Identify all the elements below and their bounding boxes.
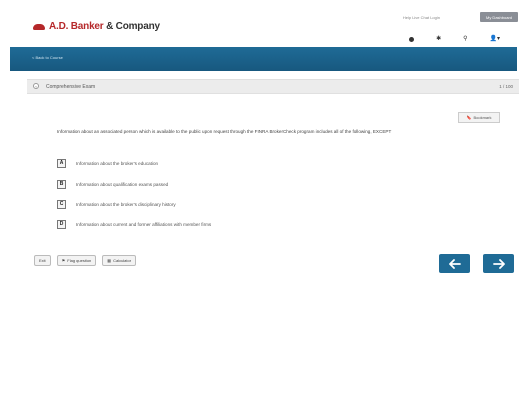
search-icon[interactable]: ⚲: [463, 35, 467, 43]
bookmark-label: Bookmark: [473, 115, 492, 120]
option-text[interactable]: Information about qualification exams pa…: [76, 182, 168, 187]
option-letter-box[interactable]: B: [57, 180, 66, 189]
top-links[interactable]: Help Live Chat Login: [403, 15, 440, 20]
answer-option-c[interactable]: C Information about the broker's discipl…: [57, 200, 176, 209]
bookmark-icon: 🔖: [466, 115, 472, 120]
calculator-icon: ▦: [107, 258, 112, 263]
exam-header: ‹ Comprehensive Exam 1 / 100: [27, 79, 519, 94]
logo-mark-icon: [33, 23, 45, 31]
arrow-right-icon: [492, 258, 505, 269]
flag-question-button[interactable]: ⚑ Flag question: [56, 255, 97, 266]
nav-bar: < Back to Course: [10, 47, 517, 71]
answer-option-d[interactable]: D Information about current and former a…: [57, 220, 211, 229]
next-question-button[interactable]: [483, 254, 514, 273]
exit-button[interactable]: Exit: [34, 255, 51, 266]
exam-title: Comprehensive Exam: [46, 84, 96, 90]
bookmark-button[interactable]: 🔖 Bookmark: [458, 112, 500, 123]
company-logo[interactable]: A.D. Banker & Company: [33, 21, 160, 32]
site-header: A.D. Banker & Company Help Live Chat Log…: [0, 0, 528, 48]
answer-option-a[interactable]: A Information about the broker's educati…: [57, 159, 158, 168]
flag-icon: ⚑: [61, 258, 66, 263]
option-letter-box[interactable]: D: [57, 220, 66, 229]
option-text[interactable]: Information about current and former aff…: [76, 222, 211, 227]
user-icon[interactable]: 👤▾: [490, 35, 500, 43]
option-letter-box[interactable]: A: [57, 159, 66, 168]
question-counter: 1 / 100: [499, 84, 513, 89]
calculator-button[interactable]: ▦ Calculator: [102, 255, 137, 266]
previous-question-button[interactable]: [439, 254, 470, 273]
answer-option-b[interactable]: B Information about qualification exams …: [57, 180, 168, 189]
gear-icon[interactable]: ✱: [436, 35, 441, 43]
option-text[interactable]: Information about the broker's education: [76, 161, 158, 166]
question-text: Information about an associated person w…: [57, 129, 392, 134]
arrow-left-icon: [448, 258, 461, 269]
exam-actions: Exit ⚑ Flag question ▦ Calculator: [34, 255, 137, 266]
option-letter-box[interactable]: C: [57, 200, 66, 209]
option-text[interactable]: Information about the broker's disciplin…: [76, 202, 176, 207]
dashboard-button[interactable]: My Dashboard: [480, 12, 518, 22]
collapse-icon[interactable]: ‹: [33, 83, 39, 89]
header-icons: ✱ ⚲ 👤▾: [409, 35, 500, 43]
back-to-course-link[interactable]: < Back to Course: [32, 55, 63, 60]
logo-company: & Company: [103, 21, 160, 32]
logo-brand: A.D. Banker: [49, 21, 104, 32]
account-dot-icon[interactable]: [409, 36, 415, 42]
